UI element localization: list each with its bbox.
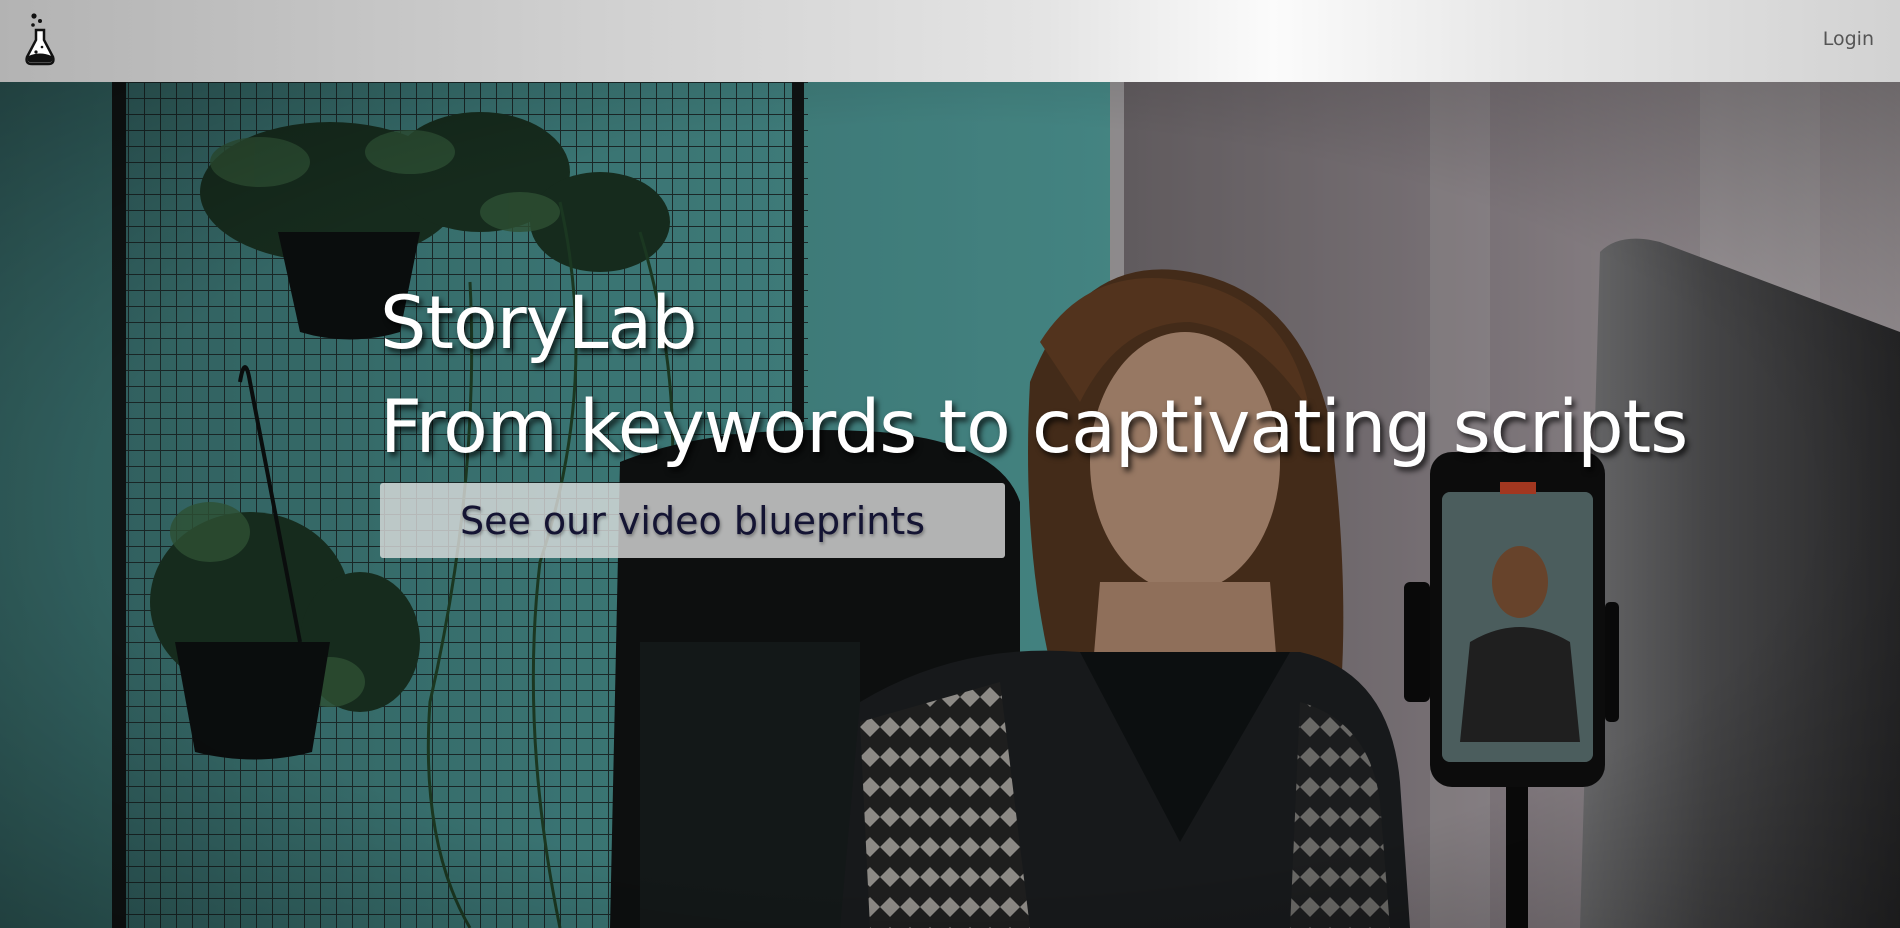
video-blueprints-button[interactable]: See our video blueprints [380,483,1005,558]
brand-title: StoryLab [380,281,698,366]
top-navbar: Login [0,0,1900,82]
hero-section: StoryLab From keywords to captivating sc… [0,82,1900,928]
hero-headline: StoryLab From keywords to captivating sc… [380,272,1688,480]
flask-icon[interactable] [22,12,58,68]
tagline: From keywords to captivating scripts [380,385,1688,470]
login-link[interactable]: Login [1823,28,1874,50]
